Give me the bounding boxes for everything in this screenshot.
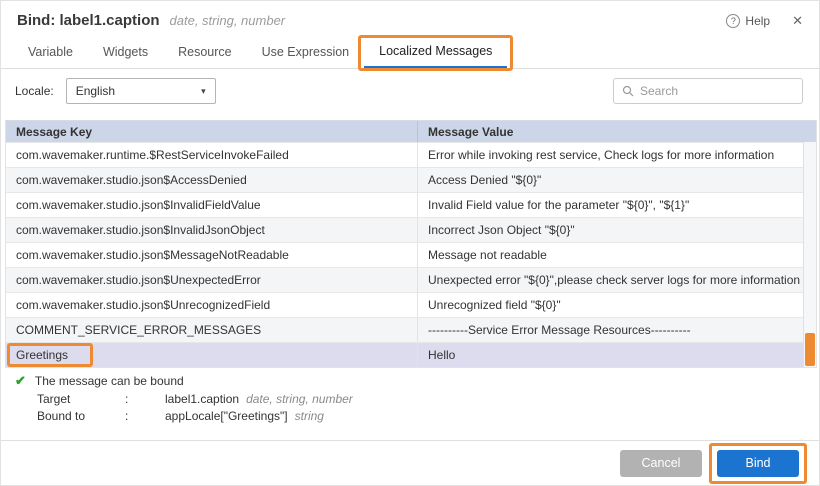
target-label: Target <box>37 392 125 406</box>
tab-widgets[interactable]: Widgets <box>88 36 163 68</box>
message-value-cell: Unexpected error "${0}",please check ser… <box>417 268 816 292</box>
column-header-message-key[interactable]: Message Key <box>6 121 417 142</box>
dialog-title: Bind: label1.caption <box>17 12 160 29</box>
message-value-cell: ----------Service Error Message Resource… <box>417 318 816 342</box>
bound-to-value: appLocale["Greetings"] <box>165 409 288 423</box>
tab-bar: Variable Widgets Resource Use Expression… <box>1 36 819 69</box>
tab-label: Use Expression <box>262 45 350 59</box>
tab-label: Variable <box>28 45 73 59</box>
close-icon[interactable]: ✕ <box>792 13 803 29</box>
table-row[interactable]: com.wavemaker.runtime.$RestServiceInvoke… <box>6 142 816 167</box>
locale-group: Locale: English ▾ <box>15 78 216 104</box>
target-line: Target : label1.caption date, string, num… <box>37 392 353 406</box>
bound-to-type: string <box>295 409 324 423</box>
title-wrap: Bind: label1.caption date, string, numbe… <box>17 12 285 29</box>
table-row[interactable]: COMMENT_SERVICE_ERROR_MESSAGES ---------… <box>6 317 816 342</box>
bind-button-label: Bind <box>745 456 770 470</box>
table-row[interactable]: com.wavemaker.studio.json$AccessDenied A… <box>6 167 816 192</box>
table-row-selected[interactable]: Greetings Hello <box>6 342 816 367</box>
status-message: The message can be bound <box>35 374 184 388</box>
tab-resource[interactable]: Resource <box>163 36 247 68</box>
search-icon <box>622 85 634 97</box>
dialog-subtitle: date, string, number <box>170 13 286 28</box>
message-value-cell: Hello <box>417 343 816 367</box>
help-icon: ? <box>726 14 740 28</box>
table-scrollbar[interactable] <box>803 142 816 367</box>
search-box[interactable] <box>613 78 803 104</box>
message-key-cell: COMMENT_SERVICE_ERROR_MESSAGES <box>6 318 417 342</box>
status-area: ✔ The message can be bound Target : labe… <box>15 373 353 423</box>
table-row[interactable]: com.wavemaker.studio.json$UnexpectedErro… <box>6 267 816 292</box>
target-value: label1.caption <box>165 392 239 406</box>
tab-label: Widgets <box>103 45 148 59</box>
locale-selected-value: English <box>76 84 115 98</box>
bind-button-wrap: Bind <box>717 450 799 477</box>
cancel-button[interactable]: Cancel <box>620 450 702 477</box>
colon: : <box>125 409 165 423</box>
table-row[interactable]: com.wavemaker.studio.json$UnrecognizedFi… <box>6 292 816 317</box>
dialog-header: Bind: label1.caption date, string, numbe… <box>1 1 819 36</box>
message-value-cell: Message not readable <box>417 243 816 267</box>
help-label: Help <box>745 14 770 28</box>
column-header-message-value[interactable]: Message Value <box>417 121 816 142</box>
message-key-cell: com.wavemaker.studio.json$InvalidJsonObj… <box>6 218 417 242</box>
message-value-cell: Unrecognized field "${0}" <box>417 293 816 317</box>
message-value-cell: Error while invoking rest service, Check… <box>417 143 816 167</box>
message-key-cell: com.wavemaker.studio.json$UnrecognizedFi… <box>6 293 417 317</box>
table-row[interactable]: com.wavemaker.studio.json$InvalidFieldVa… <box>6 192 816 217</box>
tab-localized-messages[interactable]: Localized Messages <box>364 36 507 68</box>
message-key-text: Greetings <box>16 348 68 362</box>
dialog-footer: Cancel Bind <box>1 440 819 485</box>
bound-to-value-wrap: appLocale["Greetings"] string <box>165 409 324 423</box>
bind-dialog: Bind: label1.caption date, string, numbe… <box>0 0 820 486</box>
tab-variable[interactable]: Variable <box>13 36 88 68</box>
tab-label: Resource <box>178 45 232 59</box>
check-icon: ✔ <box>15 373 26 389</box>
toolbar: Locale: English ▾ <box>1 69 819 113</box>
cancel-button-label: Cancel <box>642 456 681 470</box>
message-key-cell: com.wavemaker.studio.json$InvalidFieldVa… <box>6 193 417 217</box>
message-value-cell: Access Denied "${0}" <box>417 168 816 192</box>
message-key-cell: Greetings <box>6 343 417 367</box>
locale-select[interactable]: English ▾ <box>66 78 216 104</box>
scrollbar-thumb[interactable] <box>805 333 815 366</box>
message-key-cell: com.wavemaker.studio.json$MessageNotRead… <box>6 243 417 267</box>
bind-button[interactable]: Bind <box>717 450 799 477</box>
table-body: com.wavemaker.runtime.$RestServiceInvoke… <box>6 142 816 367</box>
colon: : <box>125 392 165 406</box>
table-header-row: Message Key Message Value <box>6 121 816 142</box>
message-value-cell: Invalid Field value for the parameter "$… <box>417 193 816 217</box>
messages-table: Message Key Message Value com.wavemaker.… <box>5 120 817 368</box>
tab-use-expression[interactable]: Use Expression <box>247 36 365 68</box>
header-actions: ? Help ✕ <box>726 13 803 29</box>
message-key-cell: com.wavemaker.studio.json$UnexpectedErro… <box>6 268 417 292</box>
target-value-wrap: label1.caption date, string, number <box>165 392 353 406</box>
status-line: ✔ The message can be bound <box>15 373 353 389</box>
locale-label: Locale: <box>15 84 54 98</box>
bound-to-line: Bound to : appLocale["Greetings"] string <box>37 409 353 423</box>
help-button[interactable]: ? Help <box>726 14 770 28</box>
message-value-cell: Incorrect Json Object "${0}" <box>417 218 816 242</box>
table-row[interactable]: com.wavemaker.studio.json$InvalidJsonObj… <box>6 217 816 242</box>
message-key-cell: com.wavemaker.runtime.$RestServiceInvoke… <box>6 143 417 167</box>
table-row[interactable]: com.wavemaker.studio.json$MessageNotRead… <box>6 242 816 267</box>
search-input[interactable] <box>640 84 794 98</box>
chevron-down-icon: ▾ <box>201 86 206 97</box>
bound-to-label: Bound to <box>37 409 125 423</box>
message-key-cell: com.wavemaker.studio.json$AccessDenied <box>6 168 417 192</box>
tab-label: Localized Messages <box>379 44 492 58</box>
target-types: date, string, number <box>246 392 353 406</box>
